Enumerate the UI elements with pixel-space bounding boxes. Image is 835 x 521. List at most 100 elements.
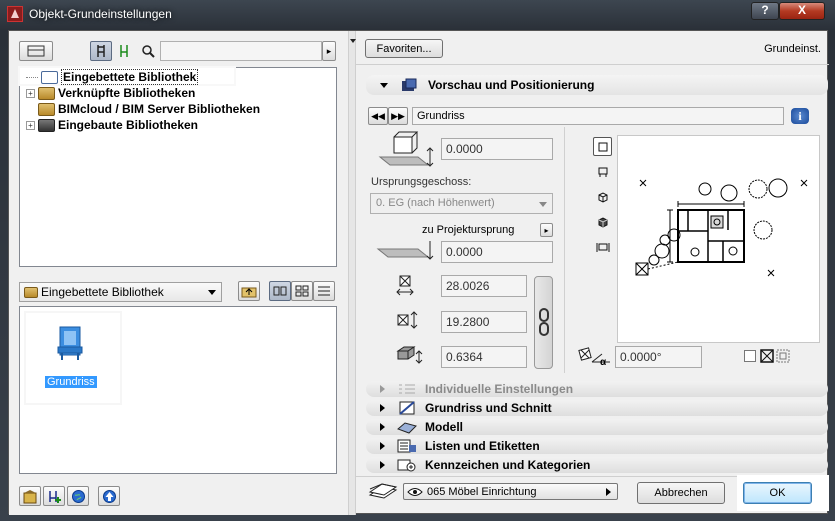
svg-text:α: α: [600, 357, 607, 366]
tree-item-embedded-library[interactable]: Eingebettete Bibliothek: [26, 69, 199, 85]
model-icon: [397, 420, 417, 434]
plan-section-icon: [397, 401, 417, 415]
section-tags-categories[interactable]: Kennzeichen und Kategorien: [366, 457, 828, 473]
section-plan-section[interactable]: Grundriss und Schnitt: [366, 400, 828, 416]
elevation-field[interactable]: 0.0000: [441, 138, 553, 160]
search-icon[interactable]: [137, 41, 159, 61]
ok-button[interactable]: OK: [743, 482, 812, 504]
cancel-button[interactable]: Abbrechen: [637, 482, 725, 504]
tree-item-label: BIMcloud / BIM Server Bibliotheken: [58, 102, 261, 116]
section-label: Vorschau und Positionierung: [428, 78, 595, 92]
close-button[interactable]: X: [779, 2, 825, 20]
section-model[interactable]: Modell: [366, 419, 828, 435]
folder-icon: [24, 286, 38, 298]
chair-icon: [57, 326, 83, 360]
section-label: Individuelle Einstellungen: [425, 382, 574, 396]
bimcomponents-icon[interactable]: [98, 486, 120, 506]
side-view-icon[interactable]: [593, 162, 612, 181]
mirrored-preview-icon: [776, 349, 790, 363]
chair-filter-icon[interactable]: [90, 41, 112, 61]
section-label: Kennzeichen und Kategorien: [425, 458, 591, 472]
expand-arrow-icon: [380, 442, 385, 450]
individual-settings-icon: [397, 382, 417, 396]
tree-item-label: Verknüpfte Bibliotheken: [58, 86, 196, 100]
mirror-icon: [760, 349, 774, 363]
large-icons-view-icon[interactable]: [269, 281, 291, 301]
folder-icon: [38, 118, 55, 132]
plan-view-icon[interactable]: [593, 137, 612, 156]
submenu-arrow-icon: [606, 488, 611, 496]
width-field[interactable]: 28.0026: [441, 275, 527, 297]
layer-select-value: 065 Möbel Einrichtung: [427, 485, 537, 498]
project-zero-elevation-icon: [376, 241, 434, 260]
expand-icon[interactable]: +: [26, 120, 35, 130]
list-view-icon[interactable]: [313, 281, 335, 301]
library-pane: ▸ Eingebettete Bibliothek + Verknüpfte B…: [9, 31, 348, 515]
add-object-icon[interactable]: [43, 486, 65, 506]
search-input[interactable]: [160, 41, 322, 61]
mirror-checkbox[interactable]: [744, 350, 756, 362]
layer-icon: [368, 483, 398, 499]
library-items-panel: Grundriss: [19, 306, 337, 474]
expand-arrow-icon: [380, 385, 385, 393]
folder-select[interactable]: Eingebettete Bibliothek: [19, 282, 222, 302]
settings-header-label: Grundeinst.: [764, 43, 821, 55]
section-preview-positioning[interactable]: Vorschau und Positionierung: [366, 75, 828, 95]
tree-item-builtin-libraries[interactable]: + Eingebaute Bibliotheken: [26, 117, 198, 133]
settings-pane: Favoriten... Grundeinst. Vorschau und Po…: [356, 31, 829, 515]
expand-arrow-icon: [380, 404, 385, 412]
dialog-window: Objekt-Grundeinstellungen ? X ▸ Eingebet…: [0, 0, 835, 521]
section-individual-settings[interactable]: Individuelle Einstellungen: [366, 381, 828, 397]
section-listing-labeling[interactable]: Listen und Etiketten: [366, 438, 828, 454]
library-icon: [41, 70, 58, 84]
chain-link-icon: [539, 308, 549, 336]
listing-icon: [397, 439, 417, 453]
cloud-library-icon: [38, 102, 55, 116]
home-story-select[interactable]: 0. EG (nach Höhenwert): [370, 193, 553, 214]
tree-item-bimcloud-libraries[interactable]: BIMcloud / BIM Server Bibliotheken: [26, 101, 260, 117]
tree-item-linked-libraries[interactable]: + Verknüpfte Bibliotheken: [26, 85, 195, 101]
title-bar[interactable]: Objekt-Grundeinstellungen ? X: [0, 0, 835, 30]
width-icon: [396, 275, 414, 296]
info-icon[interactable]: i: [791, 108, 809, 124]
folder-up-icon[interactable]: [238, 281, 260, 301]
tree-connector: [26, 76, 38, 78]
library-item[interactable]: Grundriss: [26, 313, 120, 403]
library-manager-icon[interactable]: [19, 486, 41, 506]
section-label: Listen und Etiketten: [425, 439, 540, 453]
section-view-icon[interactable]: [593, 237, 612, 256]
project-zero-arrow-icon[interactable]: ▸: [540, 223, 553, 237]
object-filter-icon[interactable]: [113, 41, 135, 61]
favorites-button[interactable]: Favoriten...: [365, 39, 443, 58]
tree-item-label: Eingebaute Bibliotheken: [58, 118, 199, 132]
3d-shaded-icon[interactable]: [593, 212, 612, 231]
rotation-angle-field[interactable]: 0.0000°: [615, 346, 702, 368]
help-button[interactable]: ?: [751, 2, 779, 20]
depth-field[interactable]: 19.2800: [441, 311, 527, 333]
project-zero-field[interactable]: 0.0000: [441, 241, 553, 263]
rotation-angle-icon: α: [578, 347, 610, 366]
expand-icon[interactable]: +: [26, 88, 35, 98]
layer-select[interactable]: 065 Möbel Einrichtung: [403, 483, 618, 500]
tags-icon: [397, 458, 417, 472]
floor-plan-preview: [635, 178, 808, 277]
project-zero-label: zu Projektursprung: [422, 224, 515, 236]
dropdown-arrow-icon: [208, 290, 216, 295]
depth-icon: [397, 311, 418, 329]
proportion-lock-button[interactable]: [534, 276, 553, 369]
collapse-arrow-icon: [380, 82, 388, 88]
height-field[interactable]: 0.6364: [441, 346, 527, 368]
section-label: Modell: [425, 420, 463, 434]
small-icons-view-icon[interactable]: [291, 281, 313, 301]
previous-view-icon[interactable]: ◀◀: [368, 107, 388, 125]
expand-arrow-icon: [380, 423, 385, 431]
folder-select-value: Eingebettete Bibliothek: [41, 285, 164, 299]
globe-icon[interactable]: [67, 486, 89, 506]
search-arrow-icon[interactable]: ▸: [322, 41, 336, 61]
next-view-icon[interactable]: ▶▶: [388, 107, 408, 125]
pane-splitter[interactable]: [348, 31, 356, 515]
3d-wireframe-icon[interactable]: [593, 187, 612, 206]
view-mode-icon[interactable]: [19, 41, 53, 61]
home-story-value: 0. EG (nach Höhenwert): [376, 197, 495, 209]
folder-icon: [38, 86, 55, 100]
